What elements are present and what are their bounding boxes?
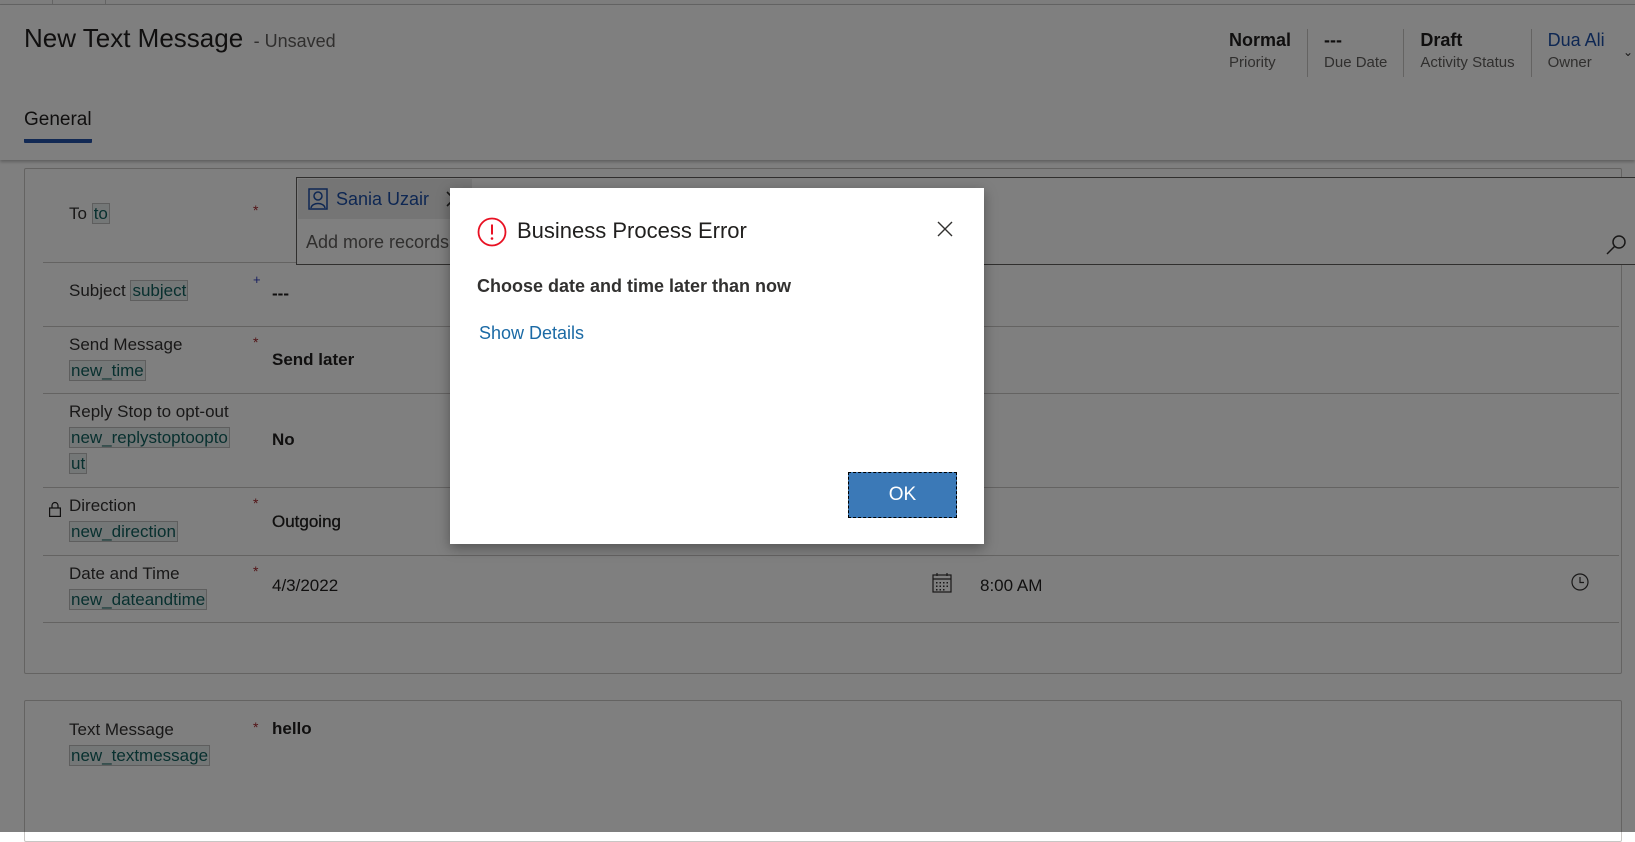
- error-message: Choose date and time later than now: [477, 276, 792, 296]
- show-details-link[interactable]: Show Details: [479, 323, 584, 344]
- business-process-error-dialog: Business Process Error Choose date and t…: [450, 188, 984, 544]
- error-circle-icon: [477, 217, 507, 247]
- ok-button[interactable]: OK: [848, 472, 957, 518]
- close-icon[interactable]: [936, 220, 954, 238]
- dialog-title: Business Process Error: [517, 218, 747, 243]
